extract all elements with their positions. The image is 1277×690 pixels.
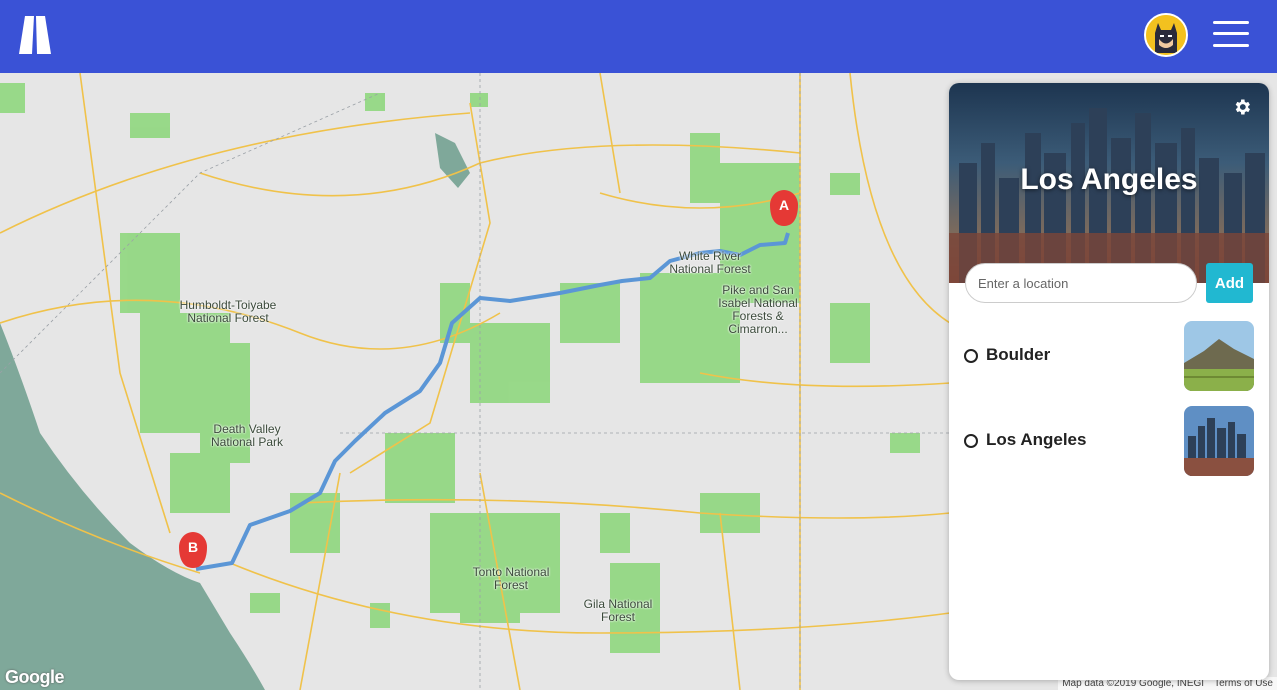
marker-b-icon[interactable]: B	[179, 532, 207, 568]
place-item-los-angeles[interactable]: Los Angeles	[949, 406, 1269, 476]
map-label-humboldt-toiyabe: Humboldt-Toiyabe National Forest	[179, 298, 277, 325]
place-name: Los Angeles	[986, 430, 1087, 449]
los-angeles-thumbnail	[1184, 406, 1254, 476]
location-input[interactable]	[965, 263, 1197, 303]
app-logo-icon[interactable]	[17, 16, 53, 54]
svg-text:B: B	[188, 539, 198, 555]
location-panel: Los Angeles Add Boulder Los Angeles	[949, 83, 1269, 680]
city-hero-image: Los Angeles	[949, 83, 1269, 283]
map-label-death-valley: Death Valley National Park	[210, 422, 284, 449]
map-label-white-river: White River National Forest	[669, 249, 751, 276]
svg-text:A: A	[779, 197, 789, 213]
city-title: Los Angeles	[1020, 163, 1198, 196]
add-location-button[interactable]: Add	[1206, 263, 1253, 303]
radio-button[interactable]	[964, 434, 978, 448]
gear-icon[interactable]	[1232, 97, 1252, 117]
boulder-thumbnail	[1184, 321, 1254, 391]
batman-avatar-icon	[1146, 15, 1186, 55]
marker-a-icon[interactable]: A	[770, 190, 798, 226]
top-bar	[0, 0, 1277, 73]
hamburger-menu-icon[interactable]	[1213, 19, 1249, 49]
map-label-pike-san-isabel: Pike and San Isabel National Forests & Cima…	[718, 283, 798, 336]
place-item-boulder[interactable]: Boulder	[949, 321, 1269, 391]
place-name: Boulder	[986, 345, 1051, 364]
map-label-tonto: Tonto National Forest	[472, 565, 550, 592]
radio-button[interactable]	[964, 349, 978, 363]
user-avatar[interactable]	[1144, 13, 1188, 57]
map-label-gila: Gila National Forest	[583, 597, 653, 624]
google-logo[interactable]: Google	[5, 667, 65, 688]
